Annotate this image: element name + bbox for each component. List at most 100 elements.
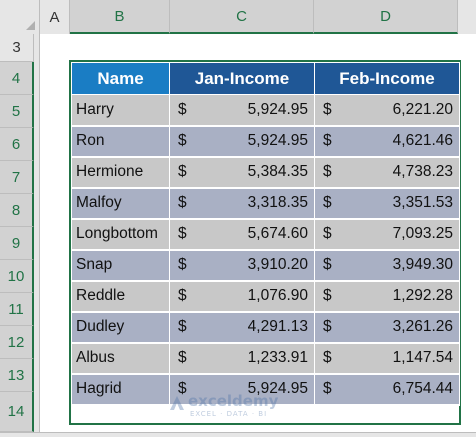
currency-symbol: $ bbox=[323, 163, 332, 180]
feb-amount: 1,147.54 bbox=[392, 349, 453, 366]
currency-symbol: $ bbox=[323, 349, 332, 366]
row-header-6[interactable]: 6 bbox=[0, 128, 34, 161]
cell-jan-income[interactable]: $5,924.95 bbox=[169, 94, 315, 127]
currency-symbol: $ bbox=[323, 132, 332, 149]
row-header-13[interactable]: 13 bbox=[0, 359, 34, 392]
table-row: Hermione $5,384.35 $4,738.23 bbox=[71, 156, 460, 189]
cell-jan-income[interactable]: $1,076.90 bbox=[169, 280, 315, 313]
cell-jan-income[interactable]: $3,910.20 bbox=[169, 249, 315, 282]
cell-feb-income[interactable]: $6,221.20 bbox=[314, 94, 460, 127]
table-row: Harry $5,924.95 $6,221.20 bbox=[71, 94, 460, 127]
jan-amount: 5,924.95 bbox=[247, 100, 308, 118]
currency-symbol: $ bbox=[323, 225, 332, 242]
currency-symbol: $ bbox=[178, 100, 187, 118]
cell-name[interactable]: Reddle bbox=[71, 280, 170, 313]
table-row: Hagrid $5,924.95 $6,754.44 bbox=[71, 373, 460, 406]
table-row: Dudley $4,291.13 $3,261.26 bbox=[71, 311, 460, 344]
cell-name[interactable]: Albus bbox=[71, 342, 170, 375]
currency-symbol: $ bbox=[323, 100, 332, 118]
cell-name[interactable]: Hermione bbox=[71, 156, 170, 189]
column-header-d[interactable]: D bbox=[314, 0, 458, 34]
cell-name[interactable]: Snap bbox=[71, 249, 170, 282]
row-header-14[interactable]: 14 bbox=[0, 392, 34, 432]
currency-symbol: $ bbox=[178, 287, 187, 304]
feb-amount: 6,221.20 bbox=[392, 100, 453, 118]
row-header-11[interactable]: 11 bbox=[0, 293, 34, 326]
table-row: Albus $1,233.91 $1,147.54 bbox=[71, 342, 460, 375]
column-a-gap bbox=[34, 34, 40, 437]
table-row: Snap $3,910.20 $3,949.30 bbox=[71, 249, 460, 282]
feb-amount: 4,738.23 bbox=[392, 163, 453, 180]
row-header-5[interactable]: 5 bbox=[0, 95, 34, 128]
table-row: Reddle $1,076.90 $1,292.28 bbox=[71, 280, 460, 313]
cell-feb-income[interactable]: $1,147.54 bbox=[314, 342, 460, 375]
cell-feb-income[interactable]: $3,261.26 bbox=[314, 311, 460, 344]
row-header-12[interactable]: 12 bbox=[0, 326, 34, 359]
row-header-7[interactable]: 7 bbox=[0, 161, 34, 194]
currency-symbol: $ bbox=[178, 349, 187, 366]
currency-symbol: $ bbox=[178, 256, 187, 273]
currency-symbol: $ bbox=[178, 132, 187, 149]
cell-jan-income[interactable]: $5,924.95 bbox=[169, 373, 315, 406]
table-row: Malfoy $3,318.35 $3,351.53 bbox=[71, 187, 460, 220]
cell-jan-income[interactable]: $5,674.60 bbox=[169, 218, 315, 251]
cell-name[interactable]: Ron bbox=[71, 125, 170, 158]
cell-name[interactable]: Hagrid bbox=[71, 373, 170, 406]
jan-amount: 3,318.35 bbox=[247, 194, 308, 211]
currency-symbol: $ bbox=[178, 318, 187, 335]
cell-jan-income[interactable]: $4,291.13 bbox=[169, 311, 315, 344]
cell-name[interactable]: Longbottom bbox=[71, 218, 170, 251]
feb-amount: 3,351.53 bbox=[392, 194, 453, 211]
header-name[interactable]: Name bbox=[71, 62, 170, 95]
jan-amount: 1,233.91 bbox=[247, 349, 308, 366]
header-feb-income[interactable]: Feb-Income bbox=[314, 62, 460, 95]
column-header-a[interactable]: A bbox=[40, 0, 70, 34]
select-all-corner[interactable] bbox=[0, 0, 40, 34]
currency-symbol: $ bbox=[323, 287, 332, 304]
cell-feb-income[interactable]: $4,621.46 bbox=[314, 125, 460, 158]
jan-amount: 1,076.90 bbox=[247, 287, 308, 304]
header-jan-income[interactable]: Jan-Income bbox=[169, 62, 315, 95]
income-table: Name Jan-Income Feb-Income Harry $5,924.… bbox=[71, 62, 460, 406]
cell-feb-income[interactable]: $7,093.25 bbox=[314, 218, 460, 251]
cell-feb-income[interactable]: $3,949.30 bbox=[314, 249, 460, 282]
currency-symbol: $ bbox=[178, 163, 187, 180]
jan-amount: 5,674.60 bbox=[247, 225, 308, 242]
currency-symbol: $ bbox=[178, 380, 187, 397]
feb-amount: 6,754.44 bbox=[392, 380, 453, 397]
currency-symbol: $ bbox=[323, 194, 332, 211]
currency-symbol: $ bbox=[323, 380, 332, 397]
column-header-b[interactable]: B bbox=[70, 0, 170, 34]
cell-jan-income[interactable]: $5,924.95 bbox=[169, 125, 315, 158]
cell-feb-income[interactable]: $1,292.28 bbox=[314, 280, 460, 313]
currency-symbol: $ bbox=[323, 256, 332, 273]
cell-jan-income[interactable]: $1,233.91 bbox=[169, 342, 315, 375]
table-row: Longbottom $5,674.60 $7,093.25 bbox=[71, 218, 460, 251]
jan-amount: 5,924.95 bbox=[247, 132, 308, 149]
column-header-c[interactable]: C bbox=[170, 0, 314, 34]
sheet-bottom-edge bbox=[0, 432, 476, 437]
cell-name[interactable]: Harry bbox=[71, 94, 170, 127]
jan-amount: 3,910.20 bbox=[247, 256, 308, 273]
table-row: Ron $5,924.95 $4,621.46 bbox=[71, 125, 460, 158]
table-header-row: Name Jan-Income Feb-Income bbox=[71, 62, 460, 95]
column-header-next[interactable] bbox=[458, 0, 476, 34]
row-header-4[interactable]: 4 bbox=[0, 62, 34, 95]
feb-amount: 4,621.46 bbox=[392, 132, 453, 149]
currency-symbol: $ bbox=[178, 225, 187, 242]
currency-symbol: $ bbox=[178, 194, 187, 211]
row-header-10[interactable]: 10 bbox=[0, 260, 34, 293]
cell-jan-income[interactable]: $3,318.35 bbox=[169, 187, 315, 220]
cell-feb-income[interactable]: $4,738.23 bbox=[314, 156, 460, 189]
cell-feb-income[interactable]: $3,351.53 bbox=[314, 187, 460, 220]
row-header-3[interactable]: 3 bbox=[0, 34, 34, 62]
cell-name[interactable]: Dudley bbox=[71, 311, 170, 344]
row-header-9[interactable]: 9 bbox=[0, 227, 34, 260]
currency-symbol: $ bbox=[323, 318, 332, 335]
cell-feb-income[interactable]: $6,754.44 bbox=[314, 373, 460, 406]
row-header-8[interactable]: 8 bbox=[0, 194, 34, 227]
cell-jan-income[interactable]: $5,384.35 bbox=[169, 156, 315, 189]
cell-name[interactable]: Malfoy bbox=[71, 187, 170, 220]
feb-amount: 7,093.25 bbox=[392, 225, 453, 242]
feb-amount: 1,292.28 bbox=[392, 287, 453, 304]
